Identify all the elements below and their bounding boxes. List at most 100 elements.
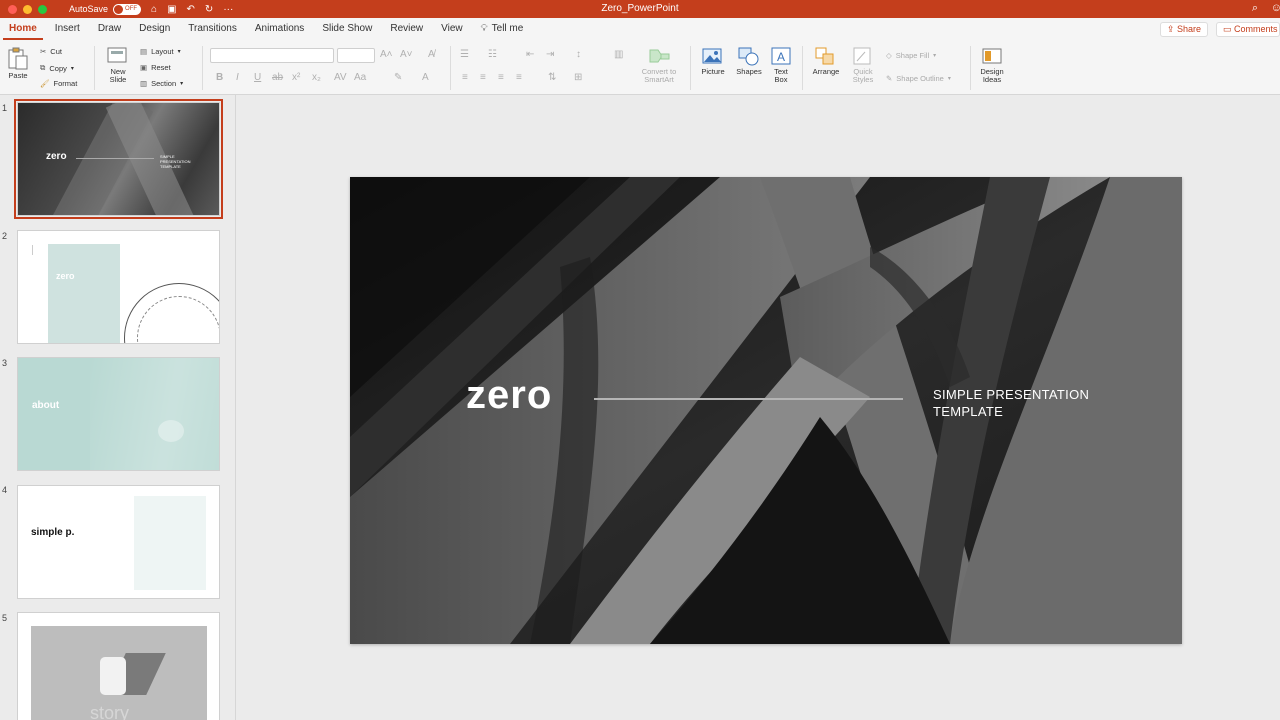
autosave-label: AutoSave: [69, 4, 109, 14]
tell-me-label: Tell me: [491, 23, 524, 34]
superscript-icon[interactable]: x²: [292, 72, 300, 83]
ribbon-home: Paste ✂ Cut ⧉ Copy ▾ 🖌︎ Format New Slide ▤ La…: [0, 40, 1280, 95]
arrange-button[interactable]: Arrange: [808, 46, 844, 76]
align-text-icon[interactable]: ⊞: [574, 72, 582, 83]
highlight-icon[interactable]: ✎: [394, 72, 402, 83]
copy-button[interactable]: ⧉ Copy ▾: [40, 63, 74, 73]
tab-insert[interactable]: Insert: [46, 18, 89, 40]
zoom-window-button[interactable]: [38, 4, 47, 14]
tell-me-search[interactable]: 💡︎ Tell me: [472, 18, 533, 40]
tab-view[interactable]: View: [432, 18, 472, 40]
share-button[interactable]: ⇪ Share: [1159, 22, 1208, 37]
shapes-button[interactable]: Shapes: [733, 46, 765, 76]
quick-styles-button[interactable]: Quick Styles: [847, 46, 879, 84]
character-spacing-icon[interactable]: AV: [334, 72, 347, 83]
slide-thumbnails-pane[interactable]: 1 zero SIMPLE PRESENTATION TEMPLATE 2 ze…: [0, 95, 236, 720]
slide-thumbnail-2[interactable]: zero: [17, 230, 220, 344]
strikethrough-icon[interactable]: ab: [272, 72, 283, 83]
comments-button[interactable]: ▭ Comments: [1216, 22, 1280, 37]
close-window-button[interactable]: [8, 4, 17, 14]
paste-button[interactable]: Paste: [4, 46, 32, 80]
increase-indent-icon[interactable]: ⇥: [546, 49, 554, 60]
reset-label: Reset: [151, 63, 171, 72]
quick-styles-label-2: Styles: [852, 75, 874, 84]
quick-styles-icon: [853, 47, 871, 65]
bullets-icon[interactable]: ☰: [460, 49, 469, 60]
design-ideas-label-2: Ideas: [982, 75, 1002, 84]
numbering-icon[interactable]: ☷: [488, 49, 497, 60]
line-spacing-icon[interactable]: ↕: [576, 49, 581, 60]
subscript-icon[interactable]: x₂: [312, 72, 321, 83]
new-slide-label-2: Slide: [109, 75, 127, 84]
clipboard-icon: [8, 47, 28, 70]
design-ideas-button[interactable]: Design Ideas: [976, 46, 1008, 84]
thumb-subtitle: SIMPLE PRESENTATION TEMPLATE: [160, 154, 191, 169]
slide-number: 4: [2, 485, 8, 495]
convert-label-2: SmartArt: [644, 75, 674, 84]
decrease-font-icon[interactable]: A˅: [400, 49, 413, 60]
comment-icon: ▭: [1223, 24, 1235, 34]
tab-draw[interactable]: Draw: [89, 18, 130, 40]
autosave-toggle[interactable]: OFF: [113, 3, 142, 15]
slide-subtitle[interactable]: SIMPLE PRESENTATION TEMPLATE: [933, 386, 1089, 420]
reset-button[interactable]: ▣ Reset: [140, 63, 171, 72]
slide-editor[interactable]: zero SIMPLE PRESENTATION TEMPLATE: [237, 95, 1280, 720]
text-direction-icon[interactable]: ⇅: [548, 72, 556, 83]
increase-font-icon[interactable]: A˄: [380, 49, 393, 60]
slide-number: 1: [2, 103, 8, 113]
font-name-dropdown[interactable]: [210, 48, 334, 63]
decrease-indent-icon[interactable]: ⇤: [526, 49, 534, 60]
shape-outline-button[interactable]: ✎ Shape Outline ▾: [886, 74, 951, 83]
align-right-icon[interactable]: ≡: [498, 72, 504, 83]
slide-title[interactable]: zero: [466, 373, 552, 418]
tab-review[interactable]: Review: [381, 18, 432, 40]
chevron-down-icon: ▾: [933, 53, 937, 59]
brush-icon: 🖌︎: [40, 79, 50, 88]
new-slide-button[interactable]: New Slide: [101, 46, 135, 84]
font-size-dropdown[interactable]: [337, 48, 375, 63]
earbuds-case-image: [100, 657, 126, 695]
layout-button[interactable]: ▤ Layout ▾: [140, 47, 181, 56]
share-icon: ⇪: [1166, 24, 1177, 34]
slide-thumbnail-4[interactable]: simple p.: [17, 485, 220, 599]
slide-thumbnail-3[interactable]: about: [17, 357, 220, 471]
tab-slide-show[interactable]: Slide Show: [313, 18, 381, 40]
slide-thumbnail-5[interactable]: story: [17, 612, 220, 720]
text-box-button[interactable]: A Text Box: [768, 46, 794, 84]
tab-animations[interactable]: Animations: [246, 18, 313, 40]
columns-icon[interactable]: ▥: [614, 49, 623, 60]
current-slide[interactable]: zero SIMPLE PRESENTATION TEMPLATE: [350, 177, 1182, 644]
account-icon[interactable]: ☺: [1271, 2, 1280, 14]
cut-button[interactable]: ✂ Cut: [40, 47, 62, 56]
convert-smartart-button[interactable]: Convert to SmartArt: [636, 46, 682, 84]
redo-icon[interactable]: ↻: [205, 4, 213, 15]
ribbon-tabs: Home Insert Draw Design Transitions Anim…: [0, 18, 1280, 40]
shape-fill-button[interactable]: ◇ Shape Fill ▾: [886, 51, 936, 60]
bold-icon[interactable]: B: [216, 72, 223, 83]
tab-transitions[interactable]: Transitions: [179, 18, 246, 40]
shapes-icon: [738, 47, 759, 66]
more-icon[interactable]: ···: [223, 4, 233, 15]
home-icon[interactable]: ⌂: [151, 4, 157, 15]
section-button[interactable]: ▥ Section ▾: [140, 79, 183, 88]
align-center-icon[interactable]: ≡: [480, 72, 486, 83]
font-color-icon[interactable]: A: [422, 72, 429, 83]
clear-format-icon[interactable]: A̸: [428, 49, 435, 60]
save-icon[interactable]: ▣: [167, 4, 176, 15]
change-case-icon[interactable]: Aa: [354, 72, 366, 83]
justify-icon[interactable]: ≡: [516, 72, 522, 83]
arrange-label: Arrange: [812, 67, 840, 76]
pen-icon: ✎: [886, 74, 893, 83]
smartart-icon: [649, 49, 670, 63]
minimize-window-button[interactable]: [23, 4, 32, 14]
tab-design[interactable]: Design: [130, 18, 179, 40]
tab-home[interactable]: Home: [0, 18, 46, 40]
slide-thumbnail-1[interactable]: zero SIMPLE PRESENTATION TEMPLATE: [14, 99, 223, 219]
format-painter-button[interactable]: 🖌︎ Format: [40, 79, 77, 88]
underline-icon[interactable]: U: [254, 72, 261, 83]
align-left-icon[interactable]: ≡: [462, 72, 468, 83]
search-icon[interactable]: ⌕: [1252, 2, 1258, 15]
undo-icon[interactable]: ↶: [187, 4, 195, 15]
picture-button[interactable]: Picture: [697, 46, 729, 76]
italic-icon[interactable]: I: [236, 72, 239, 83]
